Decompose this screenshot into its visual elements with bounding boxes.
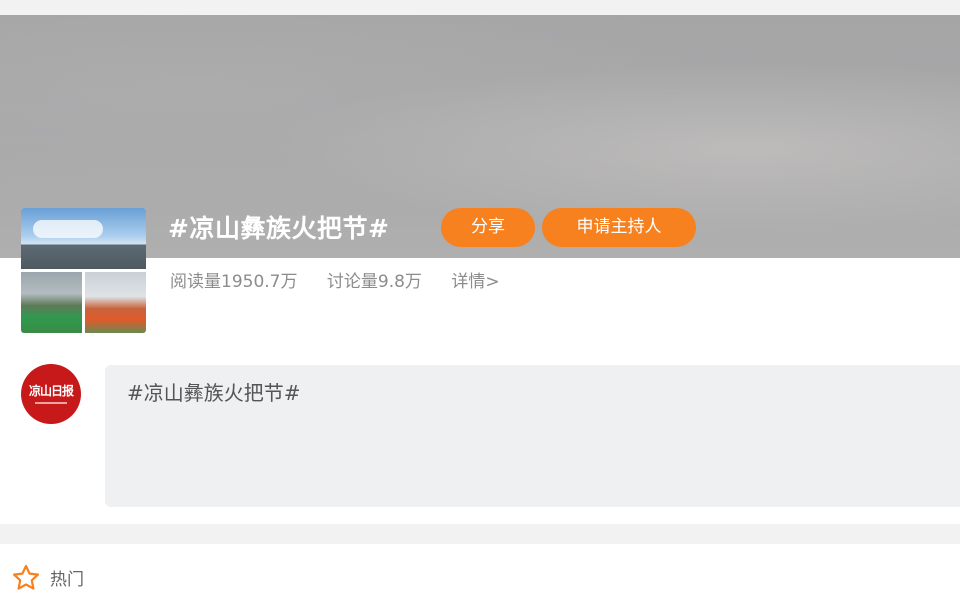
section-divider <box>0 524 960 544</box>
details-link[interactable]: 详情> <box>451 272 499 292</box>
top-strip <box>0 0 960 15</box>
topic-cover-image[interactable] <box>21 208 146 333</box>
composer-text: #凉山彝族火把节# <box>127 381 301 405</box>
read-count: 阅读量1950.7万 <box>170 272 298 292</box>
discussion-count: 讨论量9.8万 <box>326 272 422 292</box>
avatar-logo-text: 凉山日报 <box>28 384 74 398</box>
apply-host-button[interactable]: 申请主持人 <box>542 208 696 247</box>
star-outline-icon <box>12 564 40 590</box>
cover-mountain-photo <box>21 208 146 269</box>
post-composer[interactable]: #凉山彝族火把节# <box>105 365 960 507</box>
hot-section-header[interactable] <box>0 544 960 595</box>
share-button[interactable]: 分享 <box>441 208 535 247</box>
topic-title: #凉山彝族火把节# <box>168 214 390 243</box>
cover-green-tents-photo <box>21 272 82 333</box>
avatar-logo-underline <box>35 402 67 404</box>
cover-red-tents-photo <box>85 272 146 333</box>
cover-cloud <box>33 220 103 238</box>
topic-stats: 阅读量1950.7万 讨论量9.8万 详情> <box>170 270 524 294</box>
hot-label: 热门 <box>50 570 84 590</box>
avatar[interactable]: 凉山日报 <box>21 364 81 424</box>
